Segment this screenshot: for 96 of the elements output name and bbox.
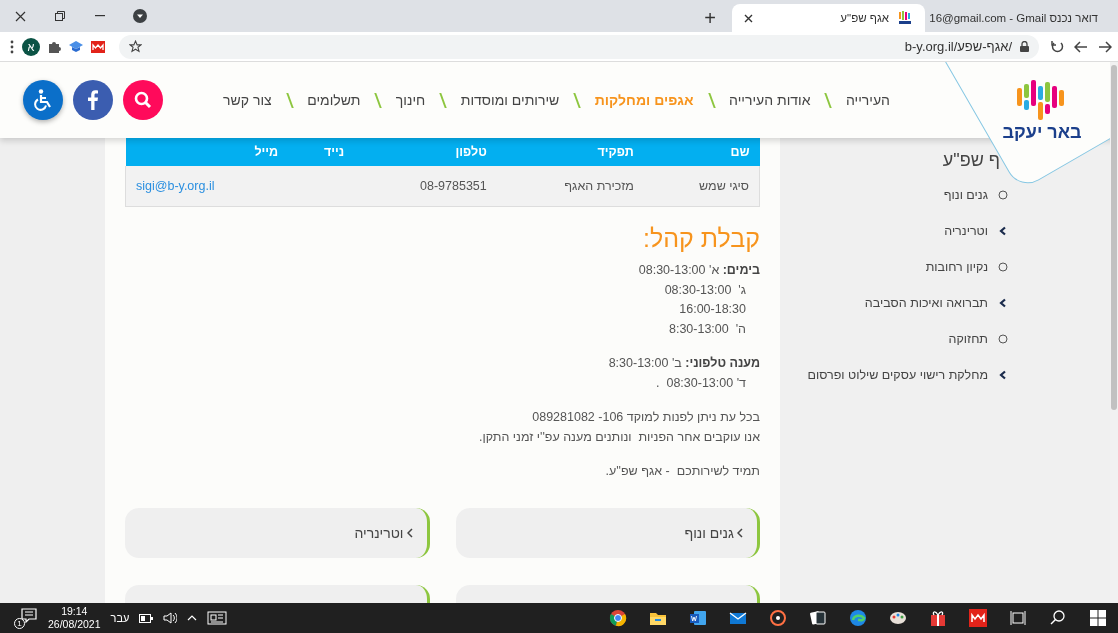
profile-avatar[interactable]: א xyxy=(22,37,40,56)
lock-icon xyxy=(1020,41,1029,52)
browser-icon[interactable] xyxy=(849,609,867,627)
tab-search-icon[interactable] xyxy=(133,9,147,23)
notification-button[interactable]: 1 xyxy=(14,607,38,629)
menu-icon[interactable] xyxy=(10,39,14,54)
nav-link[interactable]: חינוך xyxy=(395,92,426,108)
close-icon[interactable] xyxy=(14,10,26,22)
puzzle-icon[interactable] xyxy=(48,40,61,53)
cards-icon[interactable] xyxy=(809,609,827,627)
link-card[interactable]: גנים ונוף xyxy=(455,507,760,558)
sidebar-title: ף שפ"ע xyxy=(941,149,1000,172)
text-line: בכל עת ניתן לפנות למוקד 106- 089281082 xyxy=(531,409,760,426)
extension-icon[interactable] xyxy=(91,40,105,53)
sidebar-link[interactable]: תחזוקה xyxy=(948,332,988,346)
column-header: טלפון xyxy=(354,138,497,166)
reload-icon[interactable] xyxy=(1051,40,1064,53)
nav-link[interactable]: שירותים ומוסדות xyxy=(460,92,560,108)
nav-separator xyxy=(824,92,832,108)
search-icon[interactable] xyxy=(1049,609,1067,627)
extension-icon[interactable] xyxy=(969,609,987,627)
chevron-icon xyxy=(998,298,1008,308)
sidebar-link[interactable]: תברואה ואיכות הסביבה xyxy=(864,296,988,310)
notification-count: 1 xyxy=(14,618,25,629)
text-line: ד' 08:30-13:00 . xyxy=(655,374,747,392)
table-cell: סיגי שמש xyxy=(643,166,760,207)
url-text: b-y.org.il/אגף-שפע/ xyxy=(904,39,1012,54)
restore-icon[interactable] xyxy=(55,11,65,21)
start-icon[interactable] xyxy=(1089,609,1107,627)
chevron-icon xyxy=(998,370,1008,380)
sidebar-link[interactable]: נקיון רחובות xyxy=(925,260,988,274)
column-header: מייל xyxy=(125,138,289,166)
search-button[interactable] xyxy=(123,80,163,120)
link-card[interactable]: וטרינריה xyxy=(125,507,430,558)
task-view-icon[interactable] xyxy=(1009,609,1027,627)
chrome-icon[interactable] xyxy=(609,609,627,627)
volume-icon[interactable] xyxy=(163,612,178,624)
logo-text: באר יעקב xyxy=(1002,122,1082,142)
graduation-cap-icon[interactable] xyxy=(69,40,83,53)
nav-separator xyxy=(707,92,715,108)
nav-link[interactable]: העירייה xyxy=(846,92,890,108)
scrollbar-thumb[interactable] xyxy=(1111,65,1117,410)
table-cell: מזכירת האגף xyxy=(496,166,644,207)
gift-icon[interactable] xyxy=(929,609,947,627)
nav-link[interactable]: אודות העירייה xyxy=(729,92,811,108)
battery-icon[interactable] xyxy=(139,613,154,623)
sidebar-link[interactable]: מחלקת רישוי עסקים שילוט ופרסום xyxy=(807,368,988,382)
logo-icon xyxy=(897,10,913,26)
table-cell: 08-9785351 xyxy=(354,166,497,207)
nav-separator xyxy=(285,92,293,108)
search-icon xyxy=(134,91,152,109)
section-heading: קבלת קהל: xyxy=(642,223,760,253)
circle-icon xyxy=(998,334,1008,344)
paint-icon[interactable] xyxy=(889,609,907,627)
browser-tab[interactable]: אגף שפ"ע xyxy=(732,4,925,32)
minimize-icon[interactable] xyxy=(95,15,105,17)
wheelchair-icon xyxy=(33,89,53,111)
address-bar[interactable]: b-y.org.il/אגף-שפע/ xyxy=(119,34,1039,59)
text-line: תמיד לשירותכם - אגף שפ''ע. xyxy=(604,463,760,480)
new-tab-button[interactable]: + xyxy=(698,4,722,32)
clock[interactable]: 19:14 26/08/2021 xyxy=(48,605,101,631)
chevron-icon xyxy=(998,226,1008,236)
forward-icon[interactable] xyxy=(1098,40,1112,53)
news-icon[interactable] xyxy=(207,611,228,625)
nav-separator xyxy=(573,92,581,108)
nav-separator xyxy=(439,92,447,108)
language-indicator[interactable]: עבר xyxy=(110,612,130,624)
chevron-icon xyxy=(737,527,743,538)
sidebar-link[interactable]: גנים ונוף xyxy=(943,188,988,202)
column-header: שם xyxy=(643,138,760,166)
chevron-up-icon[interactable] xyxy=(187,615,198,621)
text-line: מענה טלפוני: ב' 8:30-13:00 xyxy=(607,355,760,372)
chevron-icon xyxy=(406,527,413,538)
close-icon[interactable] xyxy=(744,13,753,23)
text-line: ה' 8:30-13:00 xyxy=(667,320,747,338)
sidebar-link[interactable]: וטרינריה xyxy=(944,224,988,238)
text-line: ג' 08:30-13:00 xyxy=(663,281,747,299)
star-icon[interactable] xyxy=(129,40,142,53)
text-line: 16:00-18:30 xyxy=(678,301,747,318)
circle-icon xyxy=(998,190,1008,200)
accessibility-button[interactable] xyxy=(23,80,63,120)
browser-tab[interactable]: 16@gmail.com - Gmail דואר נכנס xyxy=(925,4,1118,32)
facebook-icon xyxy=(88,90,98,110)
facebook-button[interactable] xyxy=(73,80,113,120)
column-header: נייד xyxy=(288,138,355,166)
music-icon[interactable] xyxy=(769,609,787,627)
text-line: בימים: א' 08:30-13:00 xyxy=(637,262,760,279)
text-line: אנו עוקבים אחר הפניות ונותנים מענה עפ''י זמני התקן. xyxy=(477,428,760,446)
nav-separator xyxy=(374,92,382,108)
nav-link[interactable]: תשלומים xyxy=(307,92,361,108)
column-header: תפקיד xyxy=(496,138,644,166)
word-icon[interactable] xyxy=(689,609,707,627)
notification-icon xyxy=(20,607,38,625)
back-icon[interactable] xyxy=(1074,40,1088,53)
nav-link[interactable]: צור קשר xyxy=(223,92,272,108)
circle-icon xyxy=(998,262,1008,272)
